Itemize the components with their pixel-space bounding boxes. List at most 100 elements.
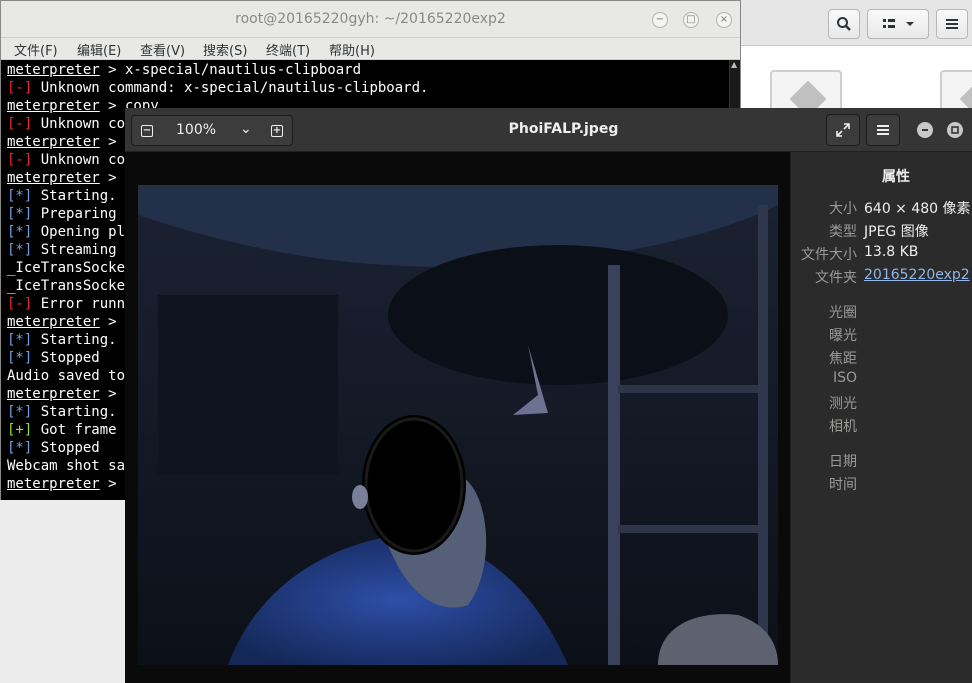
terminal-text: > xyxy=(99,476,117,492)
terminal-text: Streaming xyxy=(32,242,117,258)
properties-sidebar: 属性 大小 640 × 480 像素 类型 JPEG 图像 文件大小 13.8 … xyxy=(790,152,972,683)
prop-label: 光圈 xyxy=(829,305,857,321)
terminal-text: > xyxy=(99,170,117,186)
status-tag: [*] xyxy=(7,206,33,222)
minimize-button[interactable]: − xyxy=(652,12,668,28)
status-tag: [*] xyxy=(7,440,33,456)
terminal-prompt: meterpreter xyxy=(7,476,100,492)
menu-search[interactable]: 搜索(S) xyxy=(203,40,247,59)
status-tag: [*] xyxy=(7,332,33,348)
prop-label: 大小 xyxy=(829,201,857,217)
terminal-text: > x-special/nautilus-clipboard xyxy=(99,62,362,78)
image-viewer-window: − 100% ⌄ + PhoiFALP.jpeg 属性 大小 640 × 480… xyxy=(125,108,972,683)
prop-label: 曝光 xyxy=(829,328,857,344)
prop-value: 13.8 KB xyxy=(864,244,919,260)
view-mode-button[interactable] xyxy=(867,9,929,39)
webcam-photo xyxy=(138,185,778,665)
search-icon xyxy=(837,17,851,31)
folder-link[interactable]: 20165220exp2 xyxy=(864,267,970,283)
terminal-text: Starting. xyxy=(32,404,117,420)
status-tag: [-] xyxy=(7,152,33,168)
file-manager-window xyxy=(740,0,972,130)
status-tag: [*] xyxy=(7,242,33,258)
terminal-text: Opening pl xyxy=(32,224,126,240)
terminal-text: Audio saved to xyxy=(7,368,126,384)
scroll-up-icon[interactable]: ▲ xyxy=(731,61,739,69)
terminal-text: _IceTransSocke xyxy=(7,278,126,294)
fullscreen-icon xyxy=(836,123,850,137)
terminal-text: > xyxy=(99,314,117,330)
minimize-icon xyxy=(922,129,928,131)
terminal-line: meterpreter > x-special/nautilus-clipboa… xyxy=(7,61,428,79)
status-tag: [-] xyxy=(7,296,33,312)
prop-row-aperture: 光圈 xyxy=(791,302,972,324)
prop-label: 测光 xyxy=(829,396,857,412)
image-canvas[interactable] xyxy=(125,152,790,683)
close-icon: × xyxy=(719,14,729,25)
menu-file[interactable]: 文件(F) xyxy=(14,40,58,59)
prop-label: 类型 xyxy=(829,224,857,240)
status-tag: [*] xyxy=(7,188,33,204)
fullscreen-button[interactable] xyxy=(826,114,860,146)
terminal-text: Unknown co xyxy=(32,152,126,168)
hamburger-menu-icon xyxy=(877,125,889,135)
viewer-maximize-button[interactable] xyxy=(947,122,963,138)
prop-row-focal-length: 焦距 xyxy=(791,348,972,370)
viewer-menu-button[interactable] xyxy=(866,114,900,146)
properties-heading: 属性 xyxy=(882,169,910,185)
status-tag: [*] xyxy=(7,404,33,420)
prop-row-iso: ISO xyxy=(791,370,972,392)
prop-value: JPEG 图像 xyxy=(864,224,929,240)
terminal-prompt: meterpreter xyxy=(7,62,100,78)
prop-row-exposure: 曝光 xyxy=(791,325,972,347)
status-tag: [*] xyxy=(7,350,33,366)
menu-edit[interactable]: 编辑(E) xyxy=(77,40,121,59)
terminal-prompt: meterpreter xyxy=(7,314,100,330)
terminal-text: Unknown command: x-special/nautilus-clip… xyxy=(32,80,429,96)
terminal-prompt: meterpreter xyxy=(7,98,100,114)
terminal-line: [-] Unknown command: x-special/nautilus-… xyxy=(7,79,428,97)
prop-label: 日期 xyxy=(829,454,857,470)
status-tag: [-] xyxy=(7,116,33,132)
terminal-text: Got frame xyxy=(32,422,117,438)
terminal-text: > xyxy=(99,134,117,150)
image-viewer-headerbar[interactable]: − 100% ⌄ + PhoiFALP.jpeg xyxy=(125,108,972,152)
terminal-text: Starting. xyxy=(32,188,117,204)
menu-view[interactable]: 查看(V) xyxy=(140,40,185,59)
status-tag: [*] xyxy=(7,224,33,240)
prop-row-metering: 测光 xyxy=(791,393,972,415)
file-manager-menu-button[interactable] xyxy=(936,9,968,39)
terminal-prompt: meterpreter xyxy=(7,134,100,150)
prop-row-time: 时间 xyxy=(791,474,972,496)
prop-label: 相机 xyxy=(829,419,857,435)
terminal-text: > xyxy=(99,386,117,402)
prop-label: 文件大小 xyxy=(801,247,857,263)
terminal-text: Stopped xyxy=(32,440,100,456)
terminal-titlebar[interactable]: root@20165220gyh: ~/20165220exp2 − □ × xyxy=(1,1,740,38)
prop-row-date: 日期 xyxy=(791,451,972,473)
terminal-text: Webcam shot sa xyxy=(7,458,126,474)
prop-label: ISO xyxy=(832,370,857,386)
prop-label: 文件夹 xyxy=(815,270,857,286)
file-manager-header xyxy=(740,0,972,46)
terminal-text: Error runn xyxy=(32,296,126,312)
hamburger-menu-icon xyxy=(946,19,958,29)
prop-row-type: 类型 JPEG 图像 xyxy=(791,221,972,243)
menu-help[interactable]: 帮助(H) xyxy=(329,40,375,59)
prop-value: 640 × 480 像素 xyxy=(864,201,971,217)
search-button[interactable] xyxy=(828,9,860,39)
desktop: root@20165220gyh: ~/20165220exp2 − □ × 文… xyxy=(0,0,972,683)
terminal-title: root@20165220gyh: ~/20165220exp2 xyxy=(235,11,506,27)
prop-row-camera: 相机 xyxy=(791,416,972,438)
menu-terminal[interactable]: 终端(T) xyxy=(266,40,310,59)
terminal-text: _IceTransSocke xyxy=(7,260,126,276)
maximize-button[interactable]: □ xyxy=(683,12,699,28)
maximize-icon xyxy=(951,126,959,134)
viewer-minimize-button[interactable] xyxy=(917,122,933,138)
terminal-text: Stopped xyxy=(32,350,100,366)
minimize-icon: − xyxy=(655,14,665,25)
maximize-icon: □ xyxy=(686,14,696,25)
list-view-icon xyxy=(883,19,914,28)
terminal-text: Starting. xyxy=(32,332,117,348)
close-button[interactable]: × xyxy=(716,12,732,28)
